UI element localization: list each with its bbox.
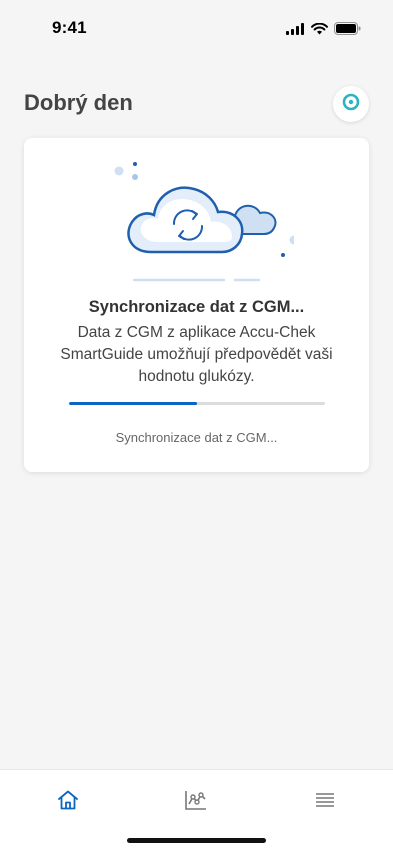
sync-description: Data z CGM z aplikace Accu-Chek SmartGui… bbox=[60, 324, 333, 385]
page-title: Dobrý den bbox=[24, 90, 133, 115]
nav-item-menu[interactable] bbox=[305, 788, 345, 816]
menu-icon bbox=[315, 791, 335, 814]
sensor-status-button[interactable] bbox=[333, 86, 369, 122]
home-icon bbox=[57, 789, 79, 816]
home-indicator bbox=[127, 838, 266, 843]
cloud-sync-icon bbox=[114, 156, 299, 291]
nav-item-home[interactable] bbox=[48, 788, 88, 816]
status-icons bbox=[286, 22, 361, 40]
sensor-ring-icon bbox=[341, 92, 361, 117]
battery-icon bbox=[334, 22, 361, 40]
sync-title: Synchronizace dat z CGM... bbox=[88, 298, 305, 316]
sync-card: Synchronizace dat z CGM... Data z CGM z … bbox=[24, 138, 369, 472]
sync-progress-bar bbox=[69, 402, 325, 405]
wifi-icon bbox=[311, 22, 328, 40]
sync-progress-fill bbox=[69, 402, 197, 405]
status-bar: 9:41 bbox=[0, 0, 393, 58]
nav-item-chart[interactable] bbox=[176, 788, 216, 816]
chart-icon bbox=[184, 789, 208, 816]
sync-status-text: Synchronizace dat z CGM... bbox=[115, 430, 278, 445]
signal-icon bbox=[286, 22, 305, 40]
status-time: 9:41 bbox=[52, 18, 87, 37]
